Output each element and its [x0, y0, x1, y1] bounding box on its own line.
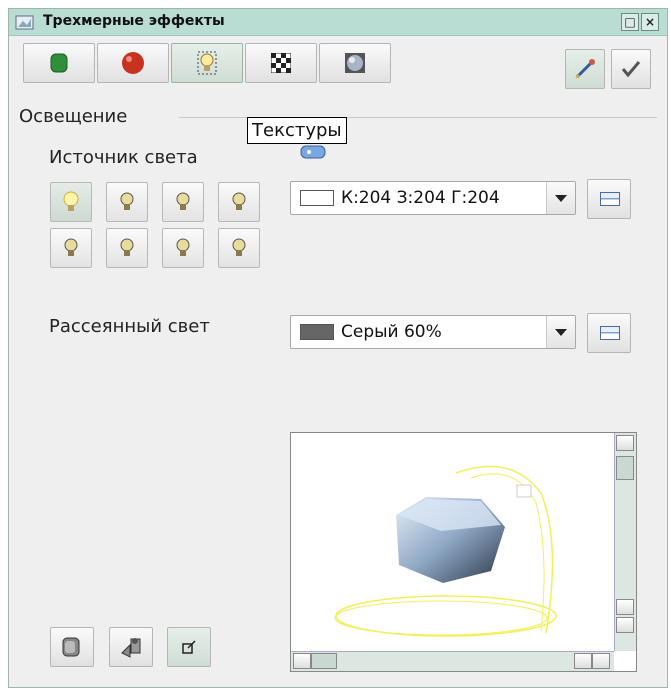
3d-effects-window: Трехмерные эффекты □ × Освещение Источни…: [8, 8, 668, 688]
scroll-down-button[interactable]: [616, 617, 634, 633]
checkmark-icon: [621, 61, 641, 78]
material-tab[interactable]: [319, 43, 391, 83]
lightbulb-off-icon: [64, 238, 78, 256]
scroll-up-button-2[interactable]: [616, 599, 634, 615]
green-cube-icon: [50, 53, 68, 73]
horizontal-scrollbar[interactable]: [291, 651, 614, 671]
assign-button[interactable]: [611, 49, 651, 89]
lightbulb-off-icon: [232, 192, 246, 210]
lightbulb-off-icon: [232, 238, 246, 256]
light-color-swatch: [300, 190, 334, 206]
lightbulb-on-icon: [63, 191, 79, 211]
scroll-up-button[interactable]: [616, 435, 634, 451]
scroll-thumb[interactable]: [616, 456, 634, 480]
lightbulb-off-icon: [176, 238, 190, 256]
perspective-icon: [121, 638, 141, 658]
hscroll-thumb[interactable]: [311, 653, 337, 669]
light-preview[interactable]: [290, 432, 637, 672]
ambient-color-picker-button[interactable]: [587, 313, 631, 353]
light-source-button-2[interactable]: [106, 182, 148, 222]
convert-3d-button[interactable]: [50, 627, 94, 667]
geometry-tab[interactable]: [23, 43, 95, 83]
light-source-button-4[interactable]: [218, 182, 260, 222]
scroll-left-button[interactable]: [293, 653, 311, 669]
illumination-tab[interactable]: [171, 43, 243, 83]
light-toggle-button[interactable]: [167, 627, 211, 667]
ambient-color-swatch: [300, 324, 334, 340]
ambient-light-label: Рассеянный свет: [49, 316, 210, 337]
pipette-button[interactable]: [565, 49, 605, 89]
titlebar[interactable]: Трехмерные эффекты □ ×: [9, 9, 667, 36]
color-dialog-icon: [600, 326, 620, 340]
checkerboard-icon: [271, 53, 291, 73]
pipette-icon: [575, 59, 595, 79]
scroll-right-button[interactable]: [592, 653, 610, 669]
textures-tooltip: Текстуры: [247, 117, 347, 144]
close-icon[interactable]: ×: [641, 13, 659, 31]
illumination-section-title: Освещение: [19, 106, 128, 127]
material-sphere-icon: [345, 53, 365, 73]
lightbulb-off-icon: [176, 192, 190, 210]
convert-3d-icon: [62, 637, 80, 657]
shading-tab[interactable]: [97, 43, 169, 83]
window-title: Трехмерные эффекты: [43, 13, 225, 29]
chevron-down-icon[interactable]: [546, 316, 575, 348]
color-dialog-icon: [600, 192, 620, 206]
vertical-scrollbar[interactable]: [614, 433, 636, 651]
restore-icon[interactable]: □: [621, 13, 639, 31]
light-color-value: К:204 З:204 Г:204: [341, 188, 500, 208]
preview-scene: [334, 465, 557, 637]
light-color-picker-button[interactable]: [587, 179, 631, 219]
light-source-button-1[interactable]: [50, 182, 92, 222]
perspective-button[interactable]: [109, 627, 153, 667]
light-source-button-5[interactable]: [50, 228, 92, 268]
lightbulb-off-icon: [120, 192, 134, 210]
lightbulb-off-icon: [120, 238, 134, 256]
light-color-combo[interactable]: К:204 З:204 Г:204: [290, 181, 576, 215]
red-sphere-icon: [122, 52, 144, 74]
ambient-color-value: Серый 60%: [341, 322, 442, 342]
light-source-button-7[interactable]: [162, 228, 204, 268]
app-icon: [15, 15, 34, 30]
chevron-down-icon[interactable]: [546, 182, 575, 214]
ambient-color-combo[interactable]: Серый 60%: [290, 315, 576, 349]
light-source-button-6[interactable]: [106, 228, 148, 268]
scroll-left-button-2[interactable]: [574, 653, 592, 669]
light-toggle-icon: [182, 640, 196, 654]
lightbulb-icon: [197, 51, 217, 75]
light-source-label: Источник света: [49, 147, 198, 168]
textures-tab[interactable]: [245, 43, 317, 83]
cursor-icon: [300, 145, 326, 159]
light-source-button-8[interactable]: [218, 228, 260, 268]
light-source-button-3[interactable]: [162, 182, 204, 222]
